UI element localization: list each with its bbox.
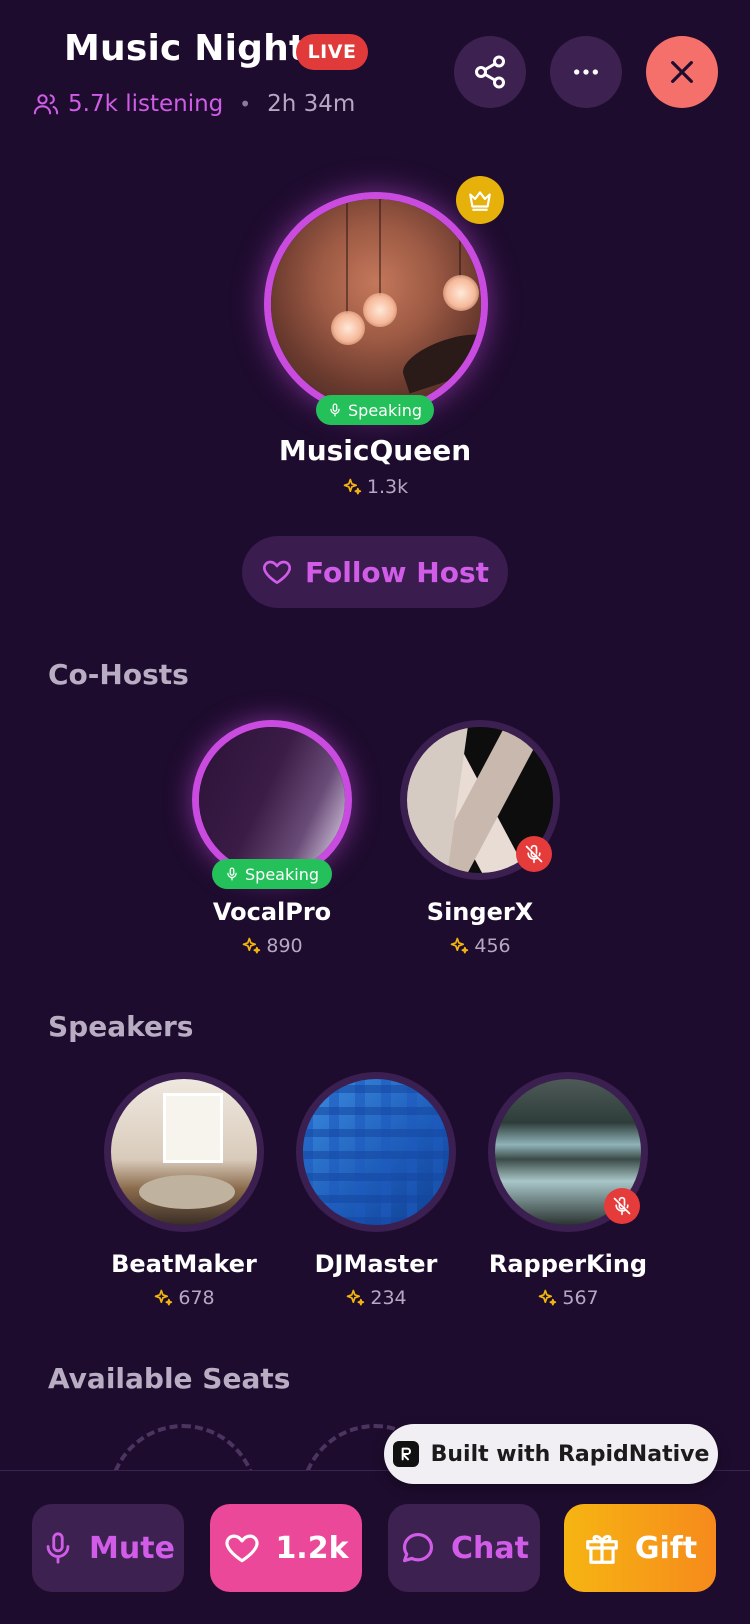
share-icon [475, 55, 505, 89]
speaker-avatar-beatmaker[interactable] [104, 1072, 264, 1232]
speaker-stat-value: 567 [562, 1287, 599, 1309]
speaker-stat-value: 678 [178, 1287, 215, 1309]
mute-button[interactable]: Mute [32, 1504, 184, 1592]
built-with-label: Built with RapidNative [430, 1441, 710, 1467]
host-stat-value: 1.3k [366, 476, 409, 498]
share-button[interactable] [454, 36, 526, 108]
sparkle-icon [343, 478, 362, 495]
gift-label: Gift [634, 1530, 698, 1566]
speaking-label: Speaking [245, 864, 319, 884]
host-speaking-badge: Speaking [316, 395, 434, 425]
speaker-muted-badge [604, 1188, 640, 1224]
speaker-name: DJMaster [314, 1250, 438, 1278]
sparkle-icon [539, 1289, 557, 1306]
gift-icon [586, 1534, 618, 1564]
speaker-stat: 567 [468, 1287, 668, 1309]
more-options-button[interactable] [550, 36, 622, 108]
host-photo [271, 199, 481, 409]
cohost-name: SingerX [426, 898, 534, 926]
users-icon [33, 94, 59, 115]
speaker-avatar-djmaster[interactable] [296, 1072, 456, 1232]
crown-badge [456, 176, 504, 224]
follow-host-label: Follow Host [305, 555, 489, 589]
cohost-speaking-badge: Speaking [212, 859, 332, 889]
gift-button[interactable]: Gift [564, 1504, 716, 1592]
cohost-stat-value: 456 [474, 935, 511, 957]
host-stat: 1.3k [200, 476, 550, 498]
listener-count: 5.7k listening [68, 91, 224, 117]
mic-icon [46, 1532, 70, 1564]
heart-icon [263, 560, 291, 584]
speaker-stat-value: 234 [370, 1287, 407, 1309]
close-icon [671, 61, 693, 83]
built-with-badge[interactable]: Built with RapidNative [384, 1424, 718, 1484]
chat-label: Chat [451, 1530, 529, 1566]
more-horizontal-icon [574, 69, 598, 75]
chat-bubble-icon [402, 1532, 434, 1563]
separator-dot: • [239, 92, 252, 116]
crown-icon [469, 191, 491, 211]
speaking-label: Speaking [348, 400, 422, 420]
sparkle-icon [451, 937, 469, 954]
speakers-heading: Speakers [48, 1010, 194, 1043]
sparkle-icon [243, 937, 261, 954]
mic-off-icon [613, 1196, 631, 1216]
mic-icon [227, 867, 237, 881]
like-button[interactable]: 1.2k [210, 1504, 362, 1592]
cohost-stat: 890 [172, 935, 372, 957]
speaker-name: BeatMaker [111, 1250, 257, 1278]
rapidnative-logo-icon [392, 1441, 419, 1467]
available-seats-heading: Available Seats [48, 1362, 291, 1395]
room-duration: 2h 34m [267, 91, 356, 117]
speaker-stat: 234 [276, 1287, 476, 1309]
host-name: MusicQueen [278, 434, 472, 467]
cohost-stat: 456 [380, 935, 580, 957]
cohost-avatar-vocalpro[interactable] [192, 720, 352, 880]
room-title: Music Night [64, 28, 307, 69]
cohost-stat-value: 890 [266, 935, 303, 957]
mic-icon [330, 403, 340, 417]
mic-off-icon [525, 844, 543, 864]
sparkle-icon [347, 1289, 365, 1306]
host-avatar[interactable] [264, 192, 488, 416]
close-button[interactable] [646, 36, 718, 108]
cohost-name: VocalPro [212, 898, 332, 926]
like-count: 1.2k [275, 1530, 349, 1566]
speaker-stat: 678 [84, 1287, 284, 1309]
heart-icon [225, 1534, 260, 1563]
listener-info: 5.7k listening • 2h 34m [32, 86, 355, 122]
chat-button[interactable]: Chat [388, 1504, 540, 1592]
speaker-name: RapperKing [488, 1250, 648, 1278]
live-badge: LIVE [296, 34, 368, 70]
mute-label: Mute [89, 1530, 175, 1566]
sparkle-icon [155, 1289, 173, 1306]
cohost-muted-badge [516, 836, 552, 872]
follow-host-button[interactable]: Follow Host [242, 536, 508, 608]
cohosts-heading: Co-Hosts [48, 658, 189, 691]
